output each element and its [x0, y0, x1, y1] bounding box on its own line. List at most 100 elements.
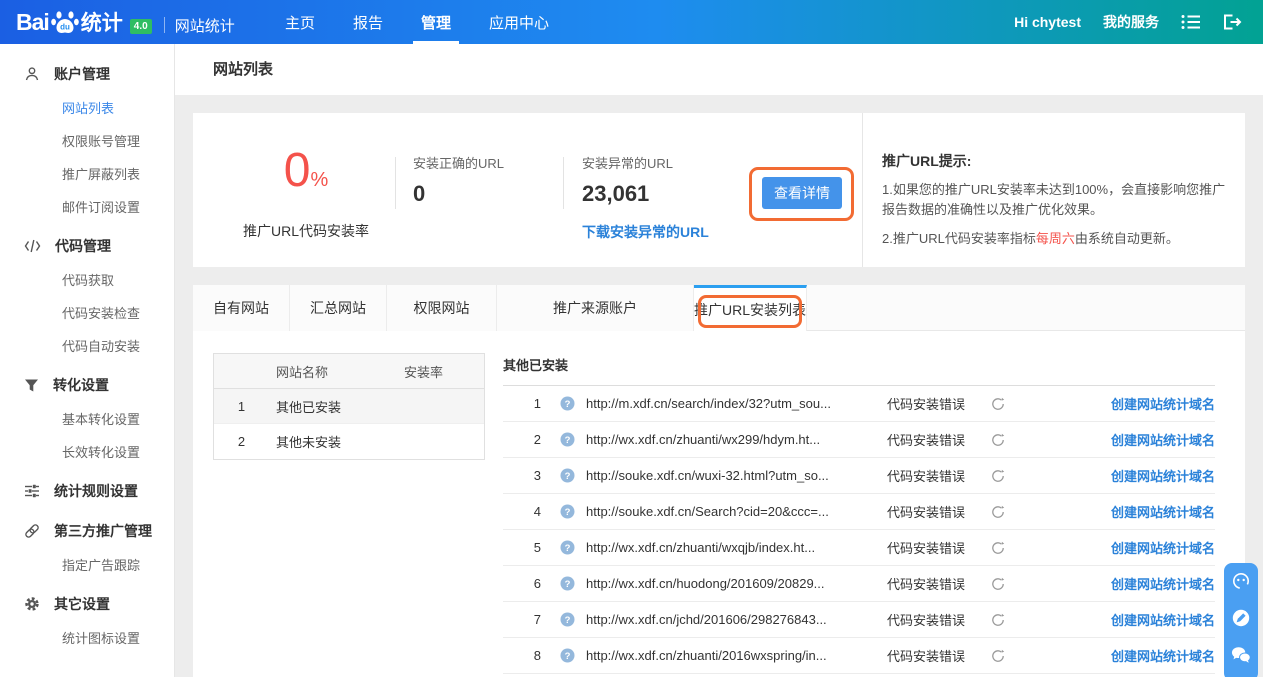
question-mark-icon[interactable]: ?	[560, 396, 575, 411]
version-badge: 4.0	[130, 19, 152, 34]
user-icon	[24, 66, 40, 82]
correct-url-block: 安装正确的URL 0	[413, 153, 504, 207]
question-mark-icon[interactable]: ?	[560, 504, 575, 519]
list-menu-icon[interactable]	[1181, 12, 1201, 32]
tab-item[interactable]: 汇总网站	[290, 285, 387, 331]
sidebar-item-code-auto-install[interactable]: 代码自动安装	[0, 330, 174, 363]
tab-label: 汇总网站	[310, 298, 366, 318]
top-nav-label: 报告	[353, 12, 383, 33]
question-mark-icon[interactable]: ?	[560, 576, 575, 591]
sidebar-section-account-title[interactable]: 账户管理	[0, 56, 174, 92]
product-name: 网站统计	[175, 15, 235, 36]
tab-item[interactable]: 推广来源账户	[497, 285, 694, 331]
tips-highlight: 每周六	[1036, 231, 1075, 246]
col-site-name: 网站名称	[276, 362, 328, 381]
create-site-domain-link[interactable]: 创建网站统计域名	[1111, 610, 1215, 629]
create-site-domain-link[interactable]: 创建网站统计域名	[1111, 430, 1215, 449]
sidebar-item-site-list[interactable]: 网站列表	[0, 92, 174, 125]
tab-item[interactable]: 推广URL安装列表	[694, 285, 807, 332]
question-mark-icon[interactable]: ?	[560, 612, 575, 627]
tab-item[interactable]: 权限网站	[387, 285, 497, 331]
top-nav-item[interactable]: 主页	[285, 0, 315, 44]
sidebar-item-email-subscription[interactable]: 邮件订阅设置	[0, 191, 174, 224]
refresh-icon[interactable]	[991, 469, 1005, 483]
url-row-index: 7	[521, 612, 541, 627]
install-rate-value: 0%	[221, 143, 391, 198]
sidebar-item-ad-tracking[interactable]: 指定广告跟踪	[0, 549, 174, 582]
top-nav-item[interactable]: 管理	[421, 0, 451, 44]
top-nav-item[interactable]: 报告	[353, 0, 383, 44]
create-site-domain-link[interactable]: 创建网站统计域名	[1111, 394, 1215, 413]
install-status: 代码安装错误	[887, 430, 969, 449]
create-site-domain-link[interactable]: 创建网站统计域名	[1111, 466, 1215, 485]
url-row: 8 ? http://wx.xdf.cn/zhuanti/2016wxsprin…	[503, 638, 1215, 674]
logout-icon[interactable]	[1223, 12, 1243, 32]
url-row-index: 5	[521, 540, 541, 555]
sidebar-item-permission-account[interactable]: 权限账号管理	[0, 125, 174, 158]
site-name: 其他已安装	[276, 397, 341, 416]
question-mark-icon[interactable]: ?	[560, 540, 575, 555]
col-install-rate: 安装率	[404, 362, 443, 381]
refresh-icon[interactable]	[991, 505, 1005, 519]
feedback-pencil-icon[interactable]	[1231, 608, 1251, 628]
question-mark-icon[interactable]: ?	[560, 468, 575, 483]
install-status: 代码安装错误	[887, 466, 969, 485]
svg-text:?: ?	[565, 579, 571, 590]
install-status: 代码安装错误	[887, 574, 969, 593]
site-table-row[interactable]: 1 其他已安装	[214, 389, 484, 424]
wechat-icon[interactable]	[1231, 645, 1251, 665]
url-text: http://wx.xdf.cn/zhuanti/wx299/hdym.ht..…	[586, 432, 887, 447]
refresh-icon[interactable]	[991, 541, 1005, 555]
baidu-tongji-logo[interactable]: Bai du 统计 4.0 网站统计	[16, 0, 235, 44]
install-rate-card: 0% 推广URL代码安装率 安装正确的URL 0 安装异常的URL 23,061…	[193, 113, 1245, 267]
sidebar-section-stats-rules-title[interactable]: 统计规则设置	[0, 473, 174, 509]
sidebar-section-other-title[interactable]: 其它设置	[0, 586, 174, 622]
sidebar-item-promo-block-list[interactable]: 推广屏蔽列表	[0, 158, 174, 191]
refresh-icon[interactable]	[991, 577, 1005, 591]
url-text: http://wx.xdf.cn/jchd/201606/298276843..…	[586, 612, 887, 627]
tips-line-2: 2.推广URL代码安装率指标每周六由系统自动更新。	[882, 229, 1234, 249]
correct-url-label: 安装正确的URL	[413, 153, 504, 172]
svg-text:?: ?	[565, 615, 571, 626]
sidebar-item-code-install-check[interactable]: 代码安装检查	[0, 297, 174, 330]
create-site-domain-link[interactable]: 创建网站统计域名	[1111, 502, 1215, 521]
sidebar-item-stats-icon-settings[interactable]: 统计图标设置	[0, 622, 174, 655]
refresh-icon[interactable]	[991, 433, 1005, 447]
sidebar-section-third-party: 第三方推广管理 指定广告跟踪	[0, 513, 174, 582]
question-mark-icon[interactable]: ?	[560, 648, 575, 663]
refresh-icon[interactable]	[991, 613, 1005, 627]
tab-item[interactable]: 自有网站	[193, 285, 290, 331]
sidebar-section-code-title[interactable]: 代码管理	[0, 228, 174, 264]
correct-url-value: 0	[413, 181, 504, 207]
question-mark-icon[interactable]: ?	[560, 432, 575, 447]
sidebar-item-basic-conversion[interactable]: 基本转化设置	[0, 403, 174, 436]
install-status: 代码安装错误	[887, 646, 969, 665]
create-site-domain-link[interactable]: 创建网站统计域名	[1111, 574, 1215, 593]
sidebar-section-other: 其它设置 统计图标设置	[0, 586, 174, 655]
feedback-smiley-icon[interactable]	[1231, 571, 1251, 591]
top-user-area: Hi chytest 我的服务	[1014, 0, 1243, 44]
logo-text-bai: Bai	[16, 9, 49, 36]
create-site-domain-link[interactable]: 创建网站统计域名	[1111, 538, 1215, 557]
funnel-icon	[24, 378, 39, 393]
download-abnormal-url-link[interactable]: 下载安装异常的URL	[582, 222, 709, 242]
sidebar-section-conversion-title[interactable]: 转化设置	[0, 367, 174, 403]
top-nav-item[interactable]: 应用中心	[489, 0, 549, 44]
my-services-link[interactable]: 我的服务	[1103, 12, 1159, 32]
section-label: 第三方推广管理	[54, 521, 152, 541]
site-table-row[interactable]: 2 其他未安装	[214, 424, 484, 459]
view-detail-button[interactable]: 查看详情	[762, 177, 842, 209]
sidebar-item-code-get[interactable]: 代码获取	[0, 264, 174, 297]
main-content: 网站列表 0% 推广URL代码安装率 安装正确的URL 0 安装异常的URL 2…	[175, 44, 1263, 677]
refresh-icon[interactable]	[991, 397, 1005, 411]
left-sidebar: 账户管理 网站列表 权限账号管理 推广屏蔽列表 邮件订阅设置 代码管理 代码获取…	[0, 44, 175, 677]
svg-text:?: ?	[565, 543, 571, 554]
sidebar-section-third-party-title[interactable]: 第三方推广管理	[0, 513, 174, 549]
tab-label: 自有网站	[213, 298, 269, 318]
refresh-icon[interactable]	[991, 649, 1005, 663]
user-greeting[interactable]: Hi chytest	[1014, 14, 1081, 30]
install-status: 代码安装错误	[887, 394, 969, 413]
create-site-domain-link[interactable]: 创建网站统计域名	[1111, 646, 1215, 665]
url-text: http://wx.xdf.cn/huodong/201609/20829...	[586, 576, 887, 591]
sidebar-item-long-term-conversion[interactable]: 长效转化设置	[0, 436, 174, 469]
